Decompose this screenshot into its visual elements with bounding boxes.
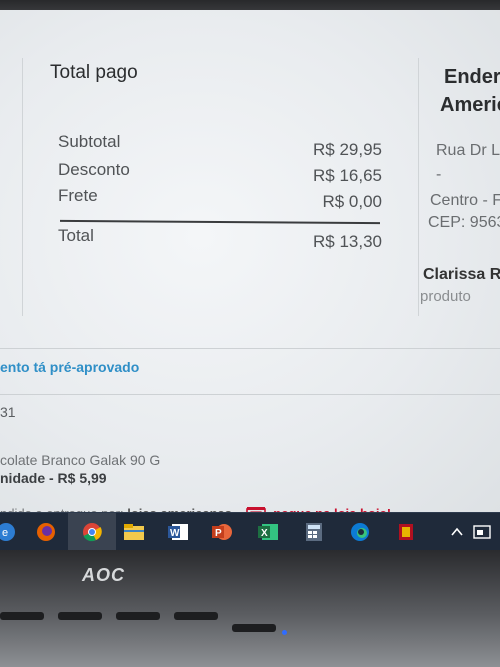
chrome-icon[interactable] — [80, 521, 104, 543]
svg-text:P: P — [215, 528, 222, 539]
svg-text:W: W — [170, 528, 180, 539]
shipping-label: Frete — [58, 186, 98, 205]
calculator-icon[interactable] — [302, 521, 326, 543]
firefox-icon[interactable] — [34, 521, 58, 543]
section-divider — [0, 348, 500, 349]
total-value: R$ 13,30 — [313, 232, 382, 251]
left-divider — [22, 58, 23, 316]
credit-preapproved-link[interactable]: ento tá pré-aprovado — [0, 359, 139, 375]
summary-title: Total pago — [50, 62, 138, 83]
windows-taskbar: e W P X — [0, 512, 500, 551]
system-tray-icon[interactable] — [472, 523, 494, 541]
subtotal-label: Subtotal — [58, 132, 121, 151]
powerpoint-icon[interactable]: P — [210, 521, 234, 543]
app-icon[interactable] — [394, 521, 418, 543]
svg-text:X: X — [261, 528, 268, 539]
address-note: produto — [420, 288, 471, 305]
monitor-button — [116, 612, 160, 620]
edge-legacy-icon[interactable]: e — [0, 521, 18, 543]
order-number: 31 — [0, 404, 16, 420]
file-explorer-icon[interactable] — [122, 521, 146, 543]
discount-value: R$ 16,65 — [313, 166, 382, 185]
section-divider — [0, 394, 500, 395]
monitor-brand-logo: AOC — [82, 565, 125, 585]
monitor-bezel — [0, 550, 500, 667]
edge-icon[interactable] — [348, 521, 372, 543]
address-zip: CEP: 9563 — [428, 214, 500, 231]
discount-label: Desconto — [58, 160, 130, 179]
address-dash: - — [436, 166, 442, 183]
subtotal-value: R$ 29,95 — [313, 140, 382, 159]
recipient-name: Clarissa R — [423, 266, 500, 283]
summary-divider — [59, 219, 381, 224]
browser-content: Total pago Subtotal R$ 29,95 Desconto R$… — [0, 10, 500, 514]
monitor-button — [0, 612, 44, 620]
excel-icon[interactable]: X — [256, 521, 280, 543]
monitor-button — [174, 612, 218, 620]
word-icon[interactable]: W — [166, 521, 190, 543]
item-name[interactable]: colate Branco Galak 90 G — [0, 452, 160, 468]
svg-text:e: e — [2, 527, 8, 539]
power-led — [282, 630, 287, 635]
address-district: Centro - F — [430, 192, 500, 209]
address-title-line1: Ender — [444, 66, 500, 88]
total-label: Total — [58, 226, 94, 245]
item-unit-price: nidade - R$ 5,99 — [0, 470, 107, 486]
monitor-button — [232, 624, 276, 632]
chevron-up-icon[interactable] — [450, 525, 464, 537]
right-divider — [418, 58, 419, 316]
monitor-button — [58, 612, 102, 620]
shipping-value: R$ 0,00 — [322, 192, 382, 211]
address-street: Rua Dr L — [436, 142, 500, 159]
address-title-line2: Americ — [440, 94, 500, 116]
